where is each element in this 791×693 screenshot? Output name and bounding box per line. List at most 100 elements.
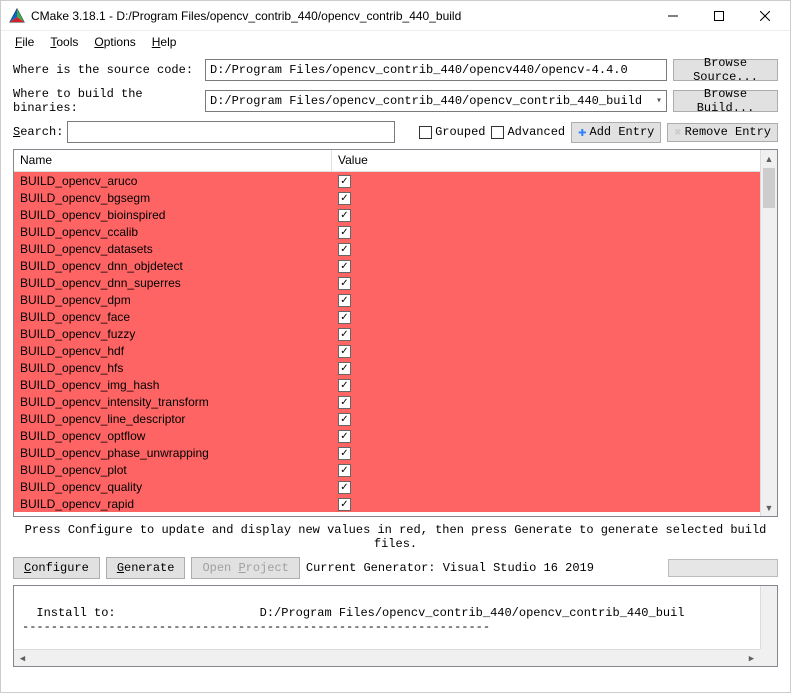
checkbox-icon: ✓ xyxy=(338,362,351,375)
table-row[interactable]: BUILD_opencv_hfs ✓ xyxy=(14,359,760,376)
cache-entry-value[interactable]: ✓ xyxy=(332,360,760,376)
checkbox-icon: ✓ xyxy=(338,192,351,205)
cache-entry-value[interactable]: ✓ xyxy=(332,207,760,223)
checkbox-icon: ✓ xyxy=(338,413,351,426)
cache-entry-value[interactable]: ✓ xyxy=(332,479,760,495)
cmake-app-icon xyxy=(9,8,25,24)
cache-entry-value[interactable]: ✓ xyxy=(332,411,760,427)
cache-entry-value[interactable]: ✓ xyxy=(332,428,760,444)
maximize-icon xyxy=(714,11,724,21)
maximize-button[interactable] xyxy=(696,1,742,31)
table-row[interactable]: BUILD_opencv_aruco✓ xyxy=(14,172,760,189)
scroll-down-icon: ▼ xyxy=(761,499,777,516)
cache-entry-name: BUILD_opencv_hfs xyxy=(14,361,332,375)
cache-entry-value[interactable]: ✓ xyxy=(332,190,760,206)
table-body: BUILD_opencv_aruco✓BUILD_opencv_bgsegm✓B… xyxy=(14,172,760,516)
cache-entry-value[interactable]: ✓ xyxy=(332,173,760,189)
grouped-checkbox[interactable]: Grouped xyxy=(419,125,485,139)
build-binaries-combo[interactable]: D:/Program Files/opencv_contrib_440/open… xyxy=(205,90,667,112)
cache-entry-value[interactable]: ✓ xyxy=(332,224,760,240)
table-row[interactable]: BUILD_opencv_dnn_superres✓ xyxy=(14,274,760,291)
checkbox-icon: ✓ xyxy=(338,328,351,341)
cache-entry-value[interactable]: ✓ xyxy=(332,326,760,342)
table-row[interactable]: BUILD_opencv_plot✓ xyxy=(14,461,760,478)
cache-entry-value[interactable]: ✓ xyxy=(332,275,760,291)
configure-button[interactable]: Configure xyxy=(13,557,100,579)
progress-bar xyxy=(668,559,778,577)
browse-source-button[interactable]: Browse Source... xyxy=(673,59,778,81)
horizontal-scrollbar[interactable]: ◀ ▶ xyxy=(14,649,760,666)
table-row[interactable]: BUILD_opencv_rapid✓ xyxy=(14,495,760,512)
cache-entry-value[interactable]: ✓ xyxy=(332,462,760,478)
table-row[interactable]: BUILD_opencv_ccalib✓ xyxy=(14,223,760,240)
column-value[interactable]: Value xyxy=(332,150,760,171)
browse-build-button[interactable]: Browse Build... xyxy=(673,90,778,112)
cache-entry-name: BUILD_opencv_phase_unwrapping xyxy=(14,446,332,460)
cache-entry-name: BUILD_opencv_optflow xyxy=(14,429,332,443)
table-row[interactable]: BUILD_opencv_datasets✓ xyxy=(14,240,760,257)
menu-tools[interactable]: Tools xyxy=(44,33,84,51)
cache-entry-name: BUILD_opencv_img_hash xyxy=(14,378,332,392)
cache-entry-value[interactable]: ✓ xyxy=(332,309,760,325)
table-row[interactable]: BUILD_opencv_bioinspired✓ xyxy=(14,206,760,223)
cache-entry-value[interactable]: ✓ xyxy=(332,496,760,512)
table-row[interactable]: BUILD_opencv_dpm✓ xyxy=(14,291,760,308)
checkbox-icon: ✓ xyxy=(338,464,351,477)
close-button[interactable] xyxy=(742,1,788,31)
cache-entry-value[interactable]: ✓ xyxy=(332,292,760,308)
minimize-button[interactable] xyxy=(650,1,696,31)
advanced-checkbox[interactable]: Advanced xyxy=(491,125,565,139)
menu-help[interactable]: Help xyxy=(146,33,183,51)
table-row[interactable]: BUILD_opencv_phase_unwrapping✓ xyxy=(14,444,760,461)
table-row[interactable]: BUILD_opencv_quality✓ xyxy=(14,478,760,495)
cache-entry-value[interactable]: ✓ xyxy=(332,394,760,410)
checkbox-icon: ✓ xyxy=(338,226,351,239)
generate-button[interactable]: Generate xyxy=(106,557,186,579)
cache-entry-name: BUILD_opencv_hdf xyxy=(14,344,332,358)
cache-entry-value[interactable]: ✓ xyxy=(332,241,760,257)
table-row[interactable]: BUILD_opencv_dnn_objdetect✓ xyxy=(14,257,760,274)
scroll-left-icon: ◀ xyxy=(14,650,31,667)
cache-entry-value[interactable]: ✓ xyxy=(332,258,760,274)
scroll-corner xyxy=(760,649,777,666)
minimize-icon xyxy=(668,11,678,21)
table-row[interactable]: BUILD_opencv_bgsegm✓ xyxy=(14,189,760,206)
checkbox-icon: ✓ xyxy=(338,430,351,443)
output-line: Install to: D:/Program Files/opencv_cont… xyxy=(22,606,685,620)
table-row[interactable]: BUILD_opencv_optflow ✓ xyxy=(14,427,760,444)
plus-icon: ✚ xyxy=(578,124,586,141)
table-row[interactable]: BUILD_opencv_fuzzy✓ xyxy=(14,325,760,342)
table-row[interactable]: BUILD_opencv_img_hash✓ xyxy=(14,376,760,393)
table-row[interactable]: BUILD_opencv_line_descriptor✓ xyxy=(14,410,760,427)
vertical-scrollbar[interactable]: ▲ ▼ xyxy=(760,150,777,516)
scroll-thumb[interactable] xyxy=(763,168,775,208)
checkbox-icon xyxy=(491,126,504,139)
scroll-up-icon: ▲ xyxy=(761,150,777,167)
open-project-button[interactable]: Open Project xyxy=(191,557,299,579)
checkbox-icon: ✓ xyxy=(338,311,351,324)
cache-entry-value[interactable]: ✓ xyxy=(332,343,760,359)
add-entry-button[interactable]: ✚Add Entry xyxy=(571,122,661,143)
search-label: Search: xyxy=(13,125,61,139)
source-code-input[interactable] xyxy=(205,59,667,81)
table-row[interactable]: BUILD_opencv_intensity_transform✓ xyxy=(14,393,760,410)
table-header: Name Value xyxy=(14,150,760,172)
menubar: File Tools Options Help xyxy=(1,31,790,53)
menu-options[interactable]: Options xyxy=(88,33,141,51)
cache-entry-value[interactable]: ✓ xyxy=(332,377,760,393)
remove-entry-button[interactable]: ✖Remove Entry xyxy=(667,123,778,142)
table-row[interactable]: BUILD_opencv_hdf ✓ xyxy=(14,342,760,359)
cache-entry-value[interactable]: ✓ xyxy=(332,445,760,461)
search-input[interactable] xyxy=(67,121,395,143)
column-name[interactable]: Name xyxy=(14,150,332,171)
output-line: ----------------------------------------… xyxy=(22,620,490,634)
vertical-scrollbar[interactable] xyxy=(760,586,777,649)
table-row[interactable]: BUILD_opencv_face✓ xyxy=(14,308,760,325)
checkbox-icon: ✓ xyxy=(338,345,351,358)
checkbox-icon xyxy=(419,126,432,139)
menu-file[interactable]: File xyxy=(9,33,40,51)
current-generator: Current Generator: Visual Studio 16 2019 xyxy=(306,561,594,575)
cache-entry-name: BUILD_opencv_datasets xyxy=(14,242,332,256)
cache-entry-name: BUILD_opencv_dpm xyxy=(14,293,332,307)
checkbox-icon: ✓ xyxy=(338,396,351,409)
